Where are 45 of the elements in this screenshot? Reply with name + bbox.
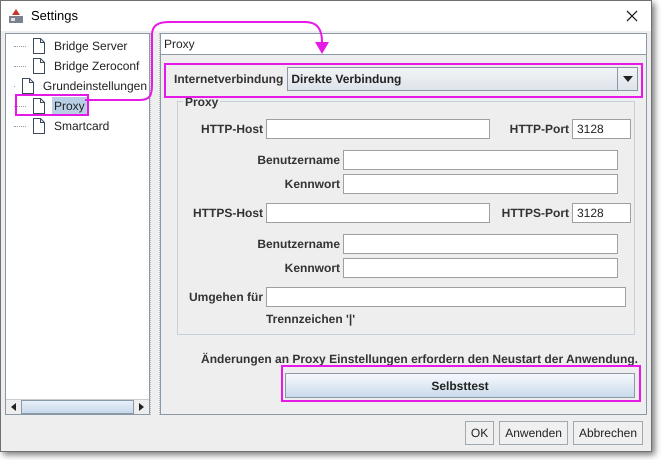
field-label: HTTPS-Host — [192, 205, 263, 222]
document-icon — [20, 78, 35, 94]
document-icon — [32, 98, 46, 114]
scroll-right-icon[interactable] — [139, 403, 144, 411]
host-field[interactable] — [266, 119, 490, 139]
field-label: HTTP-Port — [508, 121, 569, 138]
tree-item[interactable]: Smartcard — [52, 117, 112, 135]
document-icon — [32, 118, 46, 134]
field-label: Kennwort — [284, 260, 340, 277]
document-icon — [32, 58, 46, 74]
field-label: Benutzername — [256, 152, 340, 169]
field-label: Benutzername — [256, 236, 340, 253]
tree-item[interactable]: Bridge Server — [52, 37, 130, 55]
restart-note: Änderungen an Proxy Einstellungen erfordern den Neustart der Anwendung. — [201, 351, 638, 368]
tree-item[interactable]: Proxy — [52, 97, 87, 115]
field-label: Umgehen für — [188, 289, 263, 306]
field-label: HTTP-Host — [200, 121, 263, 138]
dialog-button[interactable]: OK — [464, 421, 494, 445]
username-field[interactable] — [343, 234, 618, 254]
scrollbar-thumb[interactable] — [21, 400, 134, 414]
port-field[interactable]: 3128 — [572, 119, 631, 139]
hint-text: Trennzeichen '|' — [265, 311, 356, 328]
bypass-field[interactable] — [266, 287, 626, 307]
horizontal-scrollbar[interactable] — [6, 399, 149, 414]
document-icon — [32, 38, 46, 54]
scroll-left-icon[interactable] — [11, 403, 16, 411]
host-field[interactable] — [266, 203, 490, 223]
tree-item[interactable]: Bridge Zeroconf — [52, 57, 142, 75]
dialog-button[interactable]: Anwenden — [499, 421, 568, 445]
field-label: Kennwort — [284, 176, 340, 193]
app-icon — [8, 8, 24, 24]
dialog-button[interactable]: Abbrechen — [572, 421, 643, 445]
tree-item[interactable]: Grundeinstellungen — [40, 77, 149, 95]
connection-dropdown[interactable]: Direkte Verbindung — [287, 67, 638, 91]
port-field[interactable]: 3128 — [572, 203, 631, 223]
field-label: HTTPS-Port — [501, 205, 569, 222]
close-icon[interactable] — [626, 10, 638, 22]
password-field[interactable] — [343, 258, 618, 278]
password-field[interactable] — [343, 174, 618, 194]
field-label: Internetverbindung — [174, 71, 284, 88]
window-title: Settings — [31, 7, 79, 26]
panel-title: Proxy — [164, 36, 195, 53]
selftest-button[interactable]: Selbsttest — [285, 373, 635, 398]
caret-icon — [622, 76, 632, 82]
username-field[interactable] — [343, 150, 618, 170]
